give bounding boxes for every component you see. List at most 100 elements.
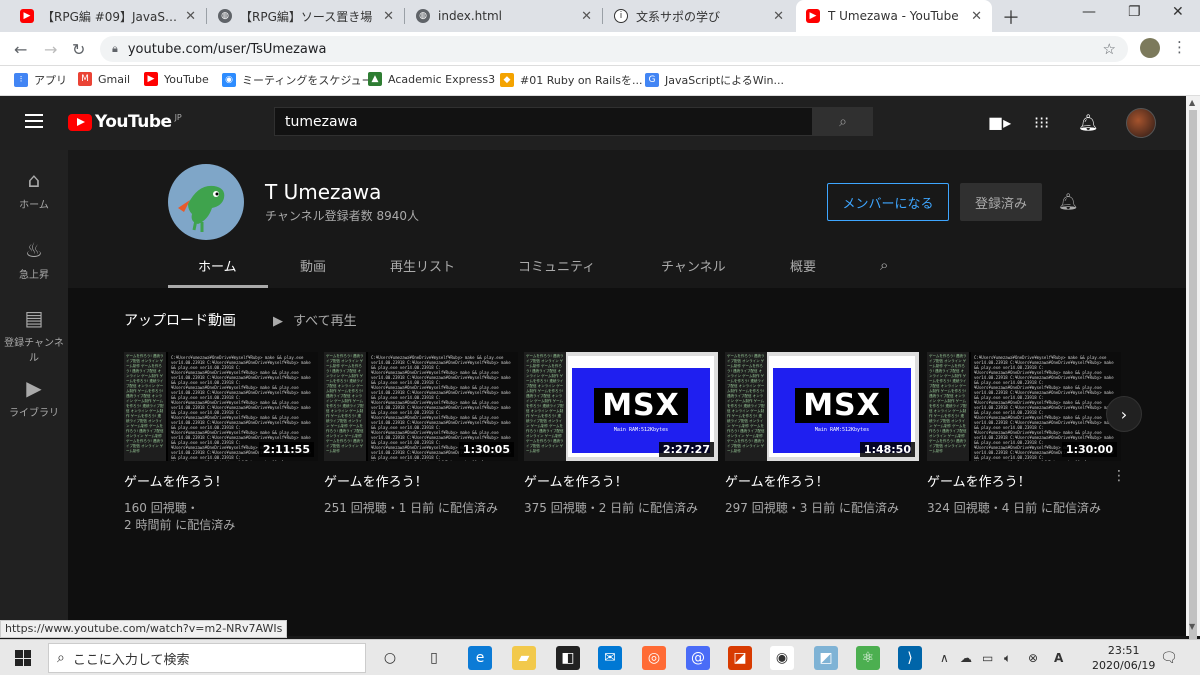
edge-icon[interactable]: e — [468, 646, 492, 670]
bookmark-item[interactable]: ◉ ミーティングをスケジュー... — [222, 72, 383, 88]
browser-tab-1[interactable]: ▶ 【RPG編 #09】JavaScriptゲー ✕ — [10, 0, 206, 32]
notification-center-icon[interactable]: 🗨︎ — [1160, 650, 1178, 666]
tab-videos[interactable]: 動画 — [300, 256, 326, 275]
join-member-button[interactable]: メンバーになる — [827, 183, 949, 221]
video-title[interactable]: ゲームを作ろう！ — [927, 471, 1121, 490]
taskbar-clock[interactable]: 23:51 2020/06/19 — [1092, 643, 1155, 673]
atom-icon[interactable]: ⚛ — [856, 646, 880, 670]
close-tab-icon[interactable]: ✕ — [773, 9, 784, 24]
bookmark-item[interactable]: G JavaScriptによるWin... — [645, 72, 784, 88]
video-card[interactable]: ゲームを作ろう! 連続ライブ配信 オンライン ゲーム制作 ゲームを作ろう! 連続… — [124, 352, 318, 534]
app-blue-icon[interactable]: ◩ — [814, 646, 838, 670]
user-avatar[interactable] — [1126, 108, 1156, 138]
browser-tab-3[interactable]: ◍ index.html ✕ — [406, 0, 602, 32]
app-orange-icon[interactable]: ◎ — [642, 646, 666, 670]
video-card[interactable]: ゲームを作ろう! 連続ライブ配信 オンライン ゲーム制作 ゲームを作ろう! 連続… — [524, 352, 718, 517]
next-arrow-button[interactable]: › — [1106, 396, 1142, 432]
tab-channels[interactable]: チャンネル — [661, 256, 726, 275]
play-all-link[interactable]: ▶ すべて再生 — [273, 310, 357, 329]
cloud-icon[interactable]: ☁ — [960, 651, 972, 665]
windows-start-icon[interactable] — [15, 650, 31, 666]
video-card[interactable]: ゲームを作ろう! 連続ライブ配信 オンライン ゲーム制作 ゲームを作ろう! 連続… — [927, 352, 1121, 517]
hamburger-menu-icon[interactable] — [25, 114, 43, 128]
sidebar-item-home[interactable]: ⌂ ホーム — [0, 168, 68, 211]
search-input[interactable]: tumezawa — [274, 107, 813, 136]
ime-icon[interactable]: A — [1054, 651, 1063, 665]
forward-icon[interactable]: → — [44, 40, 57, 59]
mail-icon[interactable]: ✉ — [598, 646, 622, 670]
new-tab-icon[interactable]: ＋ — [1002, 4, 1020, 30]
browser-tab-5-active[interactable]: ▶ T Umezawa - YouTube ✕ — [796, 0, 992, 32]
apps-grid-icon[interactable]: ⁝⁝⁝ — [1034, 113, 1049, 132]
scroll-up-icon[interactable]: ▲ — [1189, 98, 1195, 107]
channel-notification-bell-icon[interactable]: 🔔︎ — [1058, 192, 1078, 211]
video-card[interactable]: ゲームを作ろう! 連続ライブ配信 オンライン ゲーム制作 ゲームを作ろう! 連続… — [725, 352, 919, 517]
notifications-bell-icon[interactable]: 🔔︎ — [1078, 113, 1098, 132]
minimize-icon[interactable]: — — [1082, 4, 1096, 20]
video-duration: 2:27:27 — [658, 442, 714, 457]
store-icon[interactable]: ◧ — [556, 646, 580, 670]
url-field[interactable]: 🔒︎ youtube.com/user/TsUmezawa ☆ — [100, 36, 1128, 62]
create-video-icon[interactable]: ■▸ — [988, 113, 1011, 132]
back-icon[interactable]: ← — [14, 40, 27, 59]
subscribed-button[interactable]: 登録済み — [960, 183, 1042, 221]
task-view-icon[interactable]: ▯ — [422, 646, 446, 670]
close-window-icon[interactable]: ✕ — [1172, 4, 1184, 20]
cortana-icon[interactable]: ○ — [378, 646, 402, 670]
tab-home[interactable]: ホーム — [198, 256, 237, 275]
video-thumbnail[interactable]: ゲームを作ろう! 連続ライブ配信 オンライン ゲーム制作 ゲームを作ろう! 連続… — [927, 352, 1121, 461]
profile-avatar[interactable] — [1140, 38, 1160, 58]
maximize-icon[interactable]: ❐ — [1128, 4, 1141, 20]
browser-menu-icon[interactable]: ⋮ — [1172, 38, 1187, 56]
video-menu-icon[interactable]: ⋮ — [1112, 468, 1126, 484]
browser-tab-4[interactable]: i 文系サポの学び ✕ — [604, 0, 794, 32]
network-off-icon[interactable]: ⊗ — [1028, 651, 1038, 665]
channel-avatar[interactable] — [168, 164, 244, 240]
search-button[interactable]: ⌕ — [813, 107, 873, 136]
youtube-logo[interactable]: YouTube JP — [68, 112, 182, 132]
video-card[interactable]: ゲームを作ろう! 連続ライブ配信 オンライン ゲーム制作 ゲームを作ろう! 連続… — [324, 352, 518, 517]
bookmark-star-icon[interactable]: ☆ — [1103, 40, 1116, 58]
tray-expand-icon[interactable]: ∧ — [940, 651, 949, 665]
sidebar-item-trending[interactable]: ♨ 急上昇 — [0, 238, 68, 281]
tab-playlists[interactable]: 再生リスト — [390, 256, 455, 275]
reload-icon[interactable]: ↻ — [72, 40, 85, 59]
scrollbar-thumb[interactable] — [1189, 110, 1197, 640]
video-title[interactable]: ゲームを作ろう！ — [524, 471, 718, 490]
office-icon[interactable]: ◪ — [728, 646, 752, 670]
explorer-icon[interactable]: ▰ — [512, 646, 536, 670]
msx-ram-text: Main RAM:512Kbytes — [613, 427, 669, 433]
chrome-icon[interactable]: ◉ — [770, 646, 794, 670]
bookmark-item[interactable]: ▶ YouTube — [144, 72, 209, 86]
taskbar-search-input[interactable]: ⌕ ここに入力して検索 — [48, 643, 366, 673]
globe-favicon-icon: ◍ — [416, 9, 430, 23]
bookmark-item[interactable]: ⁝ アプリ — [14, 72, 67, 88]
close-tab-icon[interactable]: ✕ — [581, 9, 592, 24]
video-thumbnail[interactable]: ゲームを作ろう! 連続ライブ配信 オンライン ゲーム制作 ゲームを作ろう! 連続… — [124, 352, 318, 461]
video-thumbnail[interactable]: ゲームを作ろう! 連続ライブ配信 オンライン ゲーム制作 ゲームを作ろう! 連続… — [725, 352, 919, 461]
sidebar-item-subscriptions[interactable]: ▤ 登録チャンネル — [0, 306, 68, 364]
close-tab-icon[interactable]: ✕ — [383, 9, 394, 24]
video-title[interactable]: ゲームを作ろう！ — [725, 471, 919, 490]
tab-about[interactable]: 概要 — [790, 256, 816, 275]
bookmark-item[interactable]: ▲ Academic Express3 — [368, 72, 495, 86]
mail-app-icon[interactable]: @ — [686, 646, 710, 670]
battery-icon[interactable]: ▭ — [982, 651, 993, 665]
video-title[interactable]: ゲームを作ろう！ — [324, 471, 518, 490]
video-title[interactable]: ゲームを作ろう！ — [124, 471, 318, 490]
browser-tab-2[interactable]: ◍ 【RPG編】ソース置き場 ✕ — [208, 0, 404, 32]
bookmark-item[interactable]: ◆ #01 Ruby on Railsを... — [500, 72, 643, 88]
video-thumbnail[interactable]: ゲームを作ろう! 連続ライブ配信 オンライン ゲーム制作 ゲームを作ろう! 連続… — [524, 352, 718, 461]
bookmarks-bar: ⁝ アプリ M Gmail ▶ YouTube ◉ ミーティングをスケジュー... ▲ Acade… — [0, 66, 1200, 96]
page-scrollbar[interactable]: ▲ ▼ — [1186, 96, 1200, 640]
vscode-icon[interactable]: ⟩ — [898, 646, 922, 670]
tab-community[interactable]: コミュニティ — [518, 256, 595, 275]
video-thumbnail[interactable]: ゲームを作ろう! 連続ライブ配信 オンライン ゲーム制作 ゲームを作ろう! 連続… — [324, 352, 518, 461]
volume-icon[interactable]: 🔈︎ — [1004, 651, 1011, 666]
bookmark-item[interactable]: M Gmail — [78, 72, 130, 86]
close-tab-icon[interactable]: ✕ — [971, 9, 982, 24]
scroll-down-icon[interactable]: ▼ — [1189, 622, 1195, 631]
channel-search-icon[interactable]: ⌕ — [880, 256, 888, 274]
sidebar-item-library[interactable]: ▶ ライブラリ — [0, 376, 68, 419]
close-tab-icon[interactable]: ✕ — [185, 9, 196, 24]
